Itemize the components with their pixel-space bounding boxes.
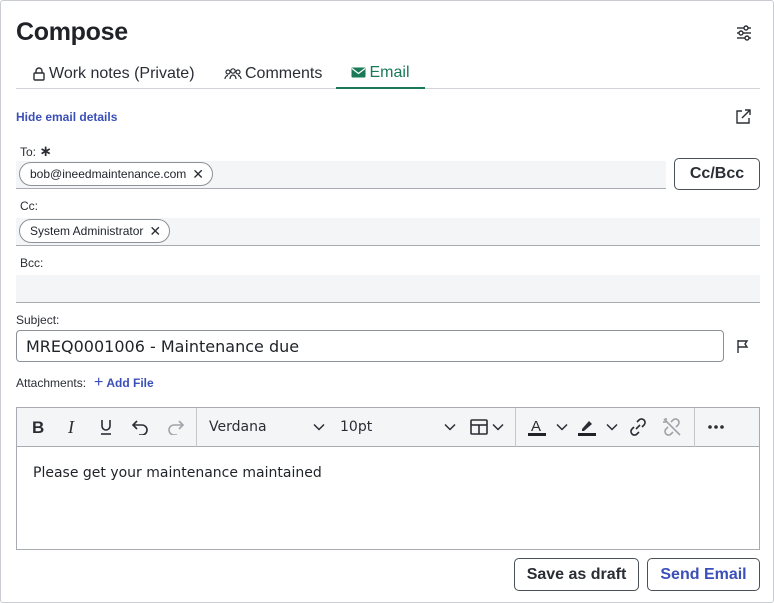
to-label: To: ∗ xyxy=(20,143,52,160)
more-icon xyxy=(708,425,724,429)
unlink-icon xyxy=(663,418,681,436)
remove-chip-icon[interactable]: ✕ xyxy=(192,167,204,181)
add-file-link[interactable]: + Add File xyxy=(94,375,154,391)
chevron-down-icon[interactable] xyxy=(311,416,327,438)
tab-label: Email xyxy=(369,63,410,81)
text-color-icon: A xyxy=(528,418,546,436)
chevron-down-icon[interactable] xyxy=(490,416,506,438)
tab-comments[interactable]: Comments xyxy=(224,58,322,89)
link-icon xyxy=(630,418,646,436)
hide-email-details-link[interactable]: Hide email details xyxy=(16,110,117,124)
unlink-button[interactable] xyxy=(661,416,683,438)
italic-button[interactable]: I xyxy=(61,416,83,438)
table-button[interactable] xyxy=(468,416,490,438)
rich-text-editor: B I Verdana 10pt A Please get your maint… xyxy=(16,407,760,550)
cc-bcc-button[interactable]: Cc/Bcc xyxy=(674,158,760,190)
recipient-chip: System Administrator ✕ xyxy=(19,219,171,243)
highlighter-icon xyxy=(578,421,596,436)
send-email-button[interactable]: Send Email xyxy=(647,558,760,591)
tab-email[interactable]: Email xyxy=(336,58,425,89)
redo-icon xyxy=(168,420,185,435)
undo-button[interactable] xyxy=(129,416,151,438)
remove-chip-icon[interactable]: ✕ xyxy=(149,224,161,238)
cc-field[interactable]: System Administrator ✕ xyxy=(16,218,760,246)
compose-tabs: Work notes (Private) Comments Email xyxy=(16,58,760,89)
page-title: Compose xyxy=(16,18,128,46)
save-as-draft-button[interactable]: Save as draft xyxy=(514,558,639,591)
chevron-down-icon[interactable] xyxy=(604,416,620,438)
editor-content[interactable]: Please get your maintenance maintained xyxy=(33,465,322,481)
envelope-icon xyxy=(351,67,366,78)
undo-icon xyxy=(131,420,148,435)
toolbar-divider xyxy=(694,408,695,447)
svg-text:B: B xyxy=(32,419,44,435)
bcc-field[interactable] xyxy=(16,275,760,303)
tab-work-notes[interactable]: Work notes (Private) xyxy=(32,58,195,89)
table-icon xyxy=(470,419,488,435)
recipient-chip: bob@ineedmaintenance.com ✕ xyxy=(19,162,214,186)
more-options-button[interactable] xyxy=(705,416,727,438)
redo-button[interactable] xyxy=(165,416,187,438)
flag-icon[interactable] xyxy=(735,338,751,354)
sliders-icon[interactable] xyxy=(734,23,754,43)
toolbar-divider xyxy=(515,408,516,447)
external-link-icon[interactable] xyxy=(734,108,752,126)
bold-button[interactable]: B xyxy=(27,416,49,438)
to-field[interactable]: bob@ineedmaintenance.com ✕ xyxy=(16,161,666,189)
editor-toolbar: B I Verdana 10pt A xyxy=(17,408,759,447)
toolbar-divider xyxy=(196,408,197,447)
lock-icon xyxy=(33,66,45,81)
plus-icon: + xyxy=(94,374,104,391)
chevron-down-icon[interactable] xyxy=(554,416,570,438)
attachments-label: Attachments: xyxy=(16,376,87,390)
bold-icon: B xyxy=(32,419,44,435)
subject-input[interactable]: MREQ0001006 - Maintenance due xyxy=(16,330,724,362)
font-size-select[interactable]: 10pt xyxy=(340,416,372,438)
subject-label: Subject: xyxy=(16,313,60,327)
underline-icon xyxy=(101,420,111,435)
underline-button[interactable] xyxy=(95,416,117,438)
font-family-select[interactable]: Verdana xyxy=(209,416,267,438)
bcc-label: Bcc: xyxy=(20,256,44,270)
chevron-down-icon[interactable] xyxy=(442,416,458,438)
tab-label: Comments xyxy=(245,64,323,82)
svg-text:I: I xyxy=(67,419,75,435)
people-icon xyxy=(224,67,242,79)
required-marker: ∗ xyxy=(39,143,52,160)
highlight-button[interactable] xyxy=(576,416,598,438)
link-button[interactable] xyxy=(627,416,649,438)
tab-label: Work notes (Private) xyxy=(49,64,195,82)
svg-text:A: A xyxy=(531,418,541,435)
cc-label: Cc: xyxy=(20,199,38,213)
italic-icon: I xyxy=(67,419,75,435)
text-color-button[interactable]: A xyxy=(526,416,548,438)
